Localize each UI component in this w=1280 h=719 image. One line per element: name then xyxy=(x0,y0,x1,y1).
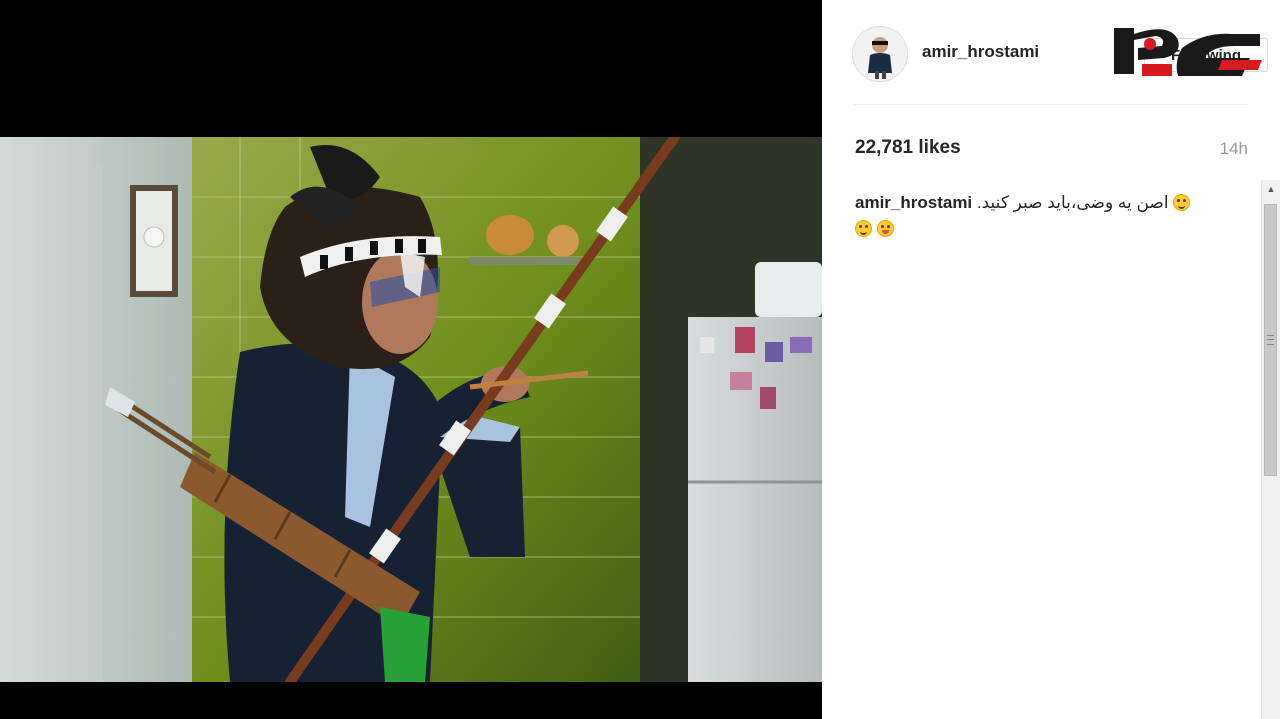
likes-count[interactable]: 22,781 likes xyxy=(855,137,961,159)
post-photo-illustration xyxy=(0,137,822,682)
grinning-emoji xyxy=(855,220,872,237)
caption-text: اصن یه وضی،باید صبر کنید. xyxy=(976,193,1169,212)
scrollbar-grip-icon xyxy=(1267,335,1274,345)
post-details-panel: amir_hrostami Following 22,781 likes 14h… xyxy=(822,0,1280,719)
user-avatar-illustration xyxy=(853,27,907,81)
post-photo[interactable] xyxy=(0,137,822,682)
post-header: amir_hrostami Following xyxy=(852,22,1268,84)
post-caption: amir_hrostami اصن یه وضی،باید صبر کنید. xyxy=(855,190,1225,242)
caption-username[interactable]: amir_hrostami xyxy=(855,193,972,212)
tongue-out-emoji xyxy=(876,220,894,237)
comments-scrollbar[interactable]: ▲ xyxy=(1261,180,1280,719)
post-timestamp[interactable]: 14h xyxy=(1220,139,1248,159)
header-divider xyxy=(854,104,1248,105)
post-media-panel xyxy=(0,0,822,719)
scrollbar-thumb[interactable] xyxy=(1264,204,1277,476)
tired-face-emoji xyxy=(1173,194,1191,211)
avatar[interactable] xyxy=(852,26,908,82)
scroll-up-arrow-icon[interactable]: ▲ xyxy=(1262,180,1280,198)
following-button[interactable]: Following xyxy=(1144,38,1268,72)
post-author-username[interactable]: amir_hrostami xyxy=(922,42,1039,62)
